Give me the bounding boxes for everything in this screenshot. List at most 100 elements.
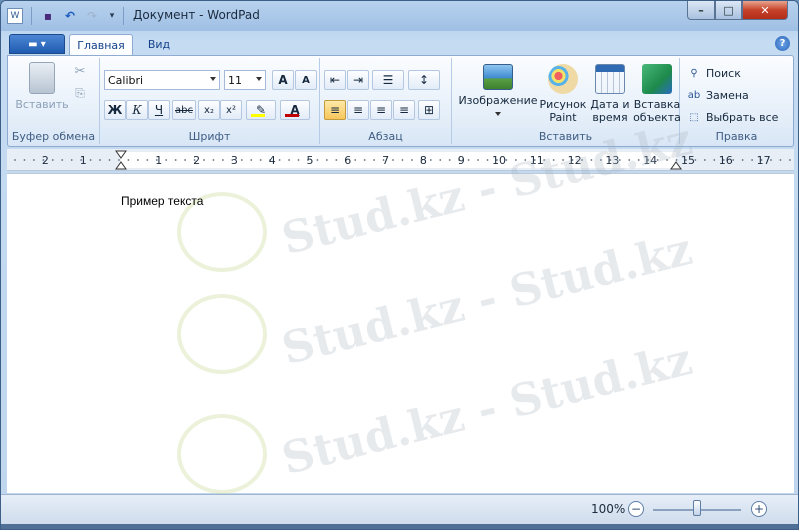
ruler-tick — [789, 159, 791, 161]
ruler-tick — [51, 159, 54, 161]
font-size-value: 11 — [228, 73, 242, 87]
ruler-tick — [637, 159, 640, 161]
ruler-tick — [212, 159, 215, 161]
font-family-combobox[interactable]: Calibri — [104, 70, 220, 90]
align-left-button[interactable]: ≡ — [324, 100, 346, 120]
ruler-tick — [146, 159, 149, 161]
superscript-button[interactable]: x² — [220, 100, 242, 120]
document-text[interactable]: Пример текста — [121, 194, 203, 208]
chevron-down-icon — [256, 77, 262, 81]
grow-font-button[interactable]: A — [272, 70, 294, 90]
paste-button[interactable]: Вставить — [14, 62, 70, 111]
replace-label: Замена — [706, 88, 749, 102]
zoom-in-button[interactable]: + — [751, 501, 767, 517]
date-time-button[interactable]: Дата и время — [588, 64, 632, 124]
ruler-tick — [335, 159, 338, 161]
copy-icon[interactable]: ⎘ — [72, 86, 88, 102]
ruler-tick — [401, 159, 404, 161]
ruler-tick — [363, 159, 366, 161]
wordpad-app-icon[interactable]: W — [7, 8, 23, 24]
ruler-tick — [628, 159, 631, 161]
tab-view[interactable]: Вид — [133, 34, 185, 55]
cut-icon[interactable]: ✂ — [72, 64, 88, 80]
line-spacing-button[interactable]: ↕ — [408, 70, 440, 90]
tab-home[interactable]: Главная — [69, 34, 133, 55]
ruler-number: 12 — [568, 154, 582, 167]
ruler-tick — [118, 159, 120, 161]
window-title: Документ - WordPad — [133, 8, 260, 22]
ruler-tick — [373, 159, 375, 161]
align-right-button[interactable]: ≡ — [370, 100, 392, 120]
italic-button[interactable]: К — [126, 100, 148, 120]
object-label-line2: объекта — [633, 111, 681, 124]
ruler-tick — [33, 159, 35, 161]
zoom-slider-thumb[interactable] — [693, 500, 701, 516]
select-all-button[interactable]: ⬚ Выбрать все — [686, 108, 778, 126]
editing-group-label: Правка — [715, 130, 758, 143]
ruler-tick — [675, 159, 678, 161]
font-size-combobox[interactable]: 11 — [224, 70, 266, 90]
decrease-indent-button[interactable]: ⇤ — [324, 70, 346, 90]
minimize-button[interactable]: – — [687, 1, 715, 20]
customize-qat-icon[interactable]: ▾ — [103, 8, 121, 24]
qat-separator — [31, 7, 32, 25]
insert-object-button[interactable]: Вставка объекта — [633, 64, 681, 124]
ruler-tick — [552, 159, 555, 161]
ruler-number: 3 — [231, 154, 238, 167]
font-color-button[interactable]: A — [280, 100, 310, 120]
datetime-label-line1: Дата и — [590, 98, 630, 111]
paragraph-dialog-button[interactable]: ⊞ — [418, 100, 440, 120]
ruler-tick — [23, 159, 26, 161]
select-all-label: Выбрать все — [706, 110, 779, 124]
justify-button[interactable]: ≡ — [393, 100, 415, 120]
bullet-list-button[interactable]: ☰ — [372, 70, 404, 90]
ruler-tick — [477, 159, 479, 161]
ruler-tick — [666, 159, 668, 161]
underline-button[interactable]: Ч — [148, 100, 170, 120]
bold-button[interactable]: Ж — [104, 100, 126, 120]
ruler[interactable]: 2 1 1 2 3 4 5 6 7 8 9 10 11 12 13 14 15 16 17 — [7, 149, 794, 171]
watermark-logo — [177, 294, 267, 374]
replace-button[interactable]: ab Замена — [686, 86, 749, 104]
insert-group-label: Вставить — [538, 130, 593, 143]
redo-icon[interactable]: ↷ — [83, 8, 101, 24]
ruler-tick — [703, 159, 706, 161]
strikethrough-button[interactable]: abc — [172, 100, 196, 120]
find-button[interactable]: ⚲ Поиск — [686, 64, 741, 82]
ruler-number: 2 — [42, 154, 49, 167]
increase-indent-button[interactable]: ⇥ — [347, 70, 369, 90]
insert-picture-label: Изображение — [458, 94, 538, 107]
document-area[interactable]: Stud.kz - Stud.kz Stud.kz - Stud.kz Stud… — [7, 114, 794, 494]
paste-label: Вставить — [15, 98, 69, 111]
ruler-tick — [562, 159, 564, 161]
shrink-font-button[interactable]: A — [295, 70, 317, 90]
find-label: Поиск — [706, 66, 741, 80]
ribbon-tab-row: ▬ ▾ Главная Вид ? — [7, 33, 794, 55]
insert-picture-button[interactable]: Изображение — [458, 64, 538, 116]
ruler-number: 14 — [643, 154, 657, 167]
close-button[interactable]: ✕ — [742, 1, 788, 20]
align-center-button[interactable]: ≡ — [347, 100, 369, 120]
status-bar: 100% − + — [1, 494, 798, 524]
subscript-button[interactable]: x₂ — [198, 100, 220, 120]
ruler-tick — [741, 159, 744, 161]
application-menu-button[interactable]: ▬ ▾ — [9, 34, 65, 54]
font-group-label: Шрифт — [188, 130, 231, 143]
paint-drawing-button[interactable]: Рисунок Paint — [540, 64, 586, 124]
ruler-number: 7 — [382, 154, 389, 167]
help-icon[interactable]: ? — [775, 36, 790, 51]
save-icon[interactable]: ▪ — [39, 8, 57, 24]
picture-icon — [483, 64, 513, 90]
clipboard-group-label: Буфер обмена — [11, 130, 96, 143]
object-label-line1: Вставка — [633, 98, 681, 111]
ruler-number: 16 — [719, 154, 733, 167]
ruler-tick — [316, 159, 319, 161]
ruler-number: 1 — [155, 154, 162, 167]
maximize-button[interactable]: □ — [715, 1, 742, 20]
ruler-tick — [70, 159, 73, 161]
ruler-tick — [392, 159, 394, 161]
ruler-tick — [184, 159, 187, 161]
highlight-button[interactable]: ✎ — [246, 100, 276, 120]
zoom-out-button[interactable]: − — [628, 501, 644, 517]
undo-icon[interactable]: ↶ — [61, 8, 79, 24]
